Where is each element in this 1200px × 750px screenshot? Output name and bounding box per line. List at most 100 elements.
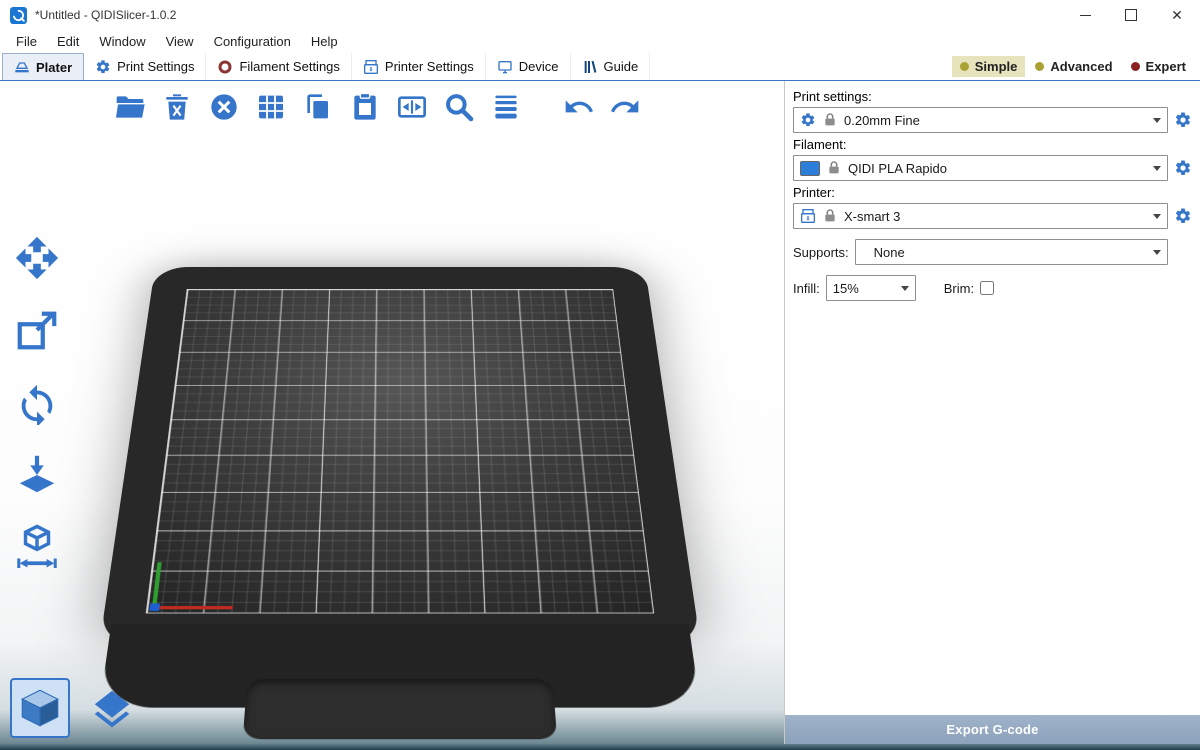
- chevron-down-icon: [1153, 118, 1161, 127]
- lock-icon: [822, 112, 838, 128]
- guide-book-icon: [582, 59, 598, 75]
- menu-configuration[interactable]: Configuration: [204, 32, 301, 51]
- print-settings-label: Print settings:: [793, 89, 1192, 104]
- titlebar: *Untitled - QIDISlicer-1.0.2 ✕: [0, 0, 1200, 30]
- plater-bed-icon: [14, 59, 30, 75]
- device-monitor-icon: [497, 59, 513, 75]
- print-settings-combo[interactable]: 0.20mm Fine: [793, 107, 1168, 133]
- viewport-bottom-gradient: [0, 744, 1200, 750]
- printer-label: Printer:: [793, 185, 1192, 200]
- build-plate-grid: [146, 289, 655, 613]
- mode-selector: Simple Advanced Expert: [952, 53, 1200, 80]
- menu-window[interactable]: Window: [89, 32, 155, 51]
- sidebar: Print settings: 0.20mm Fine Filament:: [784, 81, 1200, 750]
- menu-file[interactable]: File: [6, 32, 47, 51]
- export-gcode-button[interactable]: Export G-code: [785, 715, 1200, 744]
- menubar: File Edit Window View Configuration Help: [0, 30, 1200, 53]
- axis-y-indicator: [152, 562, 162, 609]
- gear-icon: [800, 112, 816, 128]
- menu-view[interactable]: View: [156, 32, 204, 51]
- filament-label: Filament:: [793, 137, 1192, 152]
- menu-help[interactable]: Help: [301, 32, 348, 51]
- viewport-3d[interactable]: [0, 81, 784, 750]
- filament-spool-icon: [217, 59, 233, 75]
- advanced-mode-dot-icon: [1035, 62, 1044, 71]
- undo-redo-group: [561, 89, 643, 125]
- printer-edit-button[interactable]: [1174, 207, 1192, 225]
- tab-printer-settings[interactable]: Printer Settings: [352, 53, 486, 80]
- minimize-button[interactable]: [1062, 0, 1108, 30]
- brim-label: Brim:: [944, 281, 974, 296]
- tab-plater[interactable]: Plater: [2, 53, 84, 80]
- filament-value: QIDI PLA Rapido: [848, 161, 947, 176]
- infill-label: Infill:: [793, 281, 820, 296]
- arrange-icon[interactable]: [253, 89, 289, 125]
- filament-combo[interactable]: QIDI PLA Rapido: [793, 155, 1168, 181]
- paste-icon[interactable]: [347, 89, 383, 125]
- printer-icon: [363, 59, 379, 75]
- infill-combo[interactable]: 15%: [826, 275, 916, 301]
- split-objects-icon[interactable]: [394, 89, 430, 125]
- tab-print-settings[interactable]: Print Settings: [84, 53, 206, 80]
- tab-label: Filament Settings: [239, 59, 339, 74]
- lock-icon: [822, 208, 838, 224]
- rotate-icon[interactable]: [12, 377, 62, 427]
- tabbar: Plater Print Settings Filament Settings …: [0, 53, 1200, 81]
- print-bed: [99, 267, 700, 646]
- chevron-down-icon: [901, 286, 909, 295]
- scene: [95, 139, 705, 739]
- tab-label: Print Settings: [117, 59, 194, 74]
- left-toolbar: [12, 233, 62, 571]
- copy-icon[interactable]: [300, 89, 336, 125]
- mode-label: Advanced: [1050, 59, 1112, 74]
- brim-checkbox[interactable]: [980, 281, 994, 295]
- redo-icon[interactable]: [607, 89, 643, 125]
- variable-layer-height-icon[interactable]: [488, 89, 524, 125]
- main-area: Print settings: 0.20mm Fine Filament:: [0, 81, 1200, 750]
- top-toolbar: [112, 89, 643, 125]
- mode-simple[interactable]: Simple: [952, 56, 1026, 77]
- supports-value: None: [862, 245, 905, 260]
- filament-color-swatch: [800, 161, 820, 176]
- qidislicer-window: *Untitled - QIDISlicer-1.0.2 ✕ File Edit…: [0, 0, 1200, 750]
- print-settings-edit-button[interactable]: [1174, 111, 1192, 129]
- delete-icon[interactable]: [159, 89, 195, 125]
- mode-advanced[interactable]: Advanced: [1027, 56, 1120, 77]
- mode-label: Expert: [1146, 59, 1186, 74]
- undo-icon[interactable]: [561, 89, 597, 125]
- window-title: *Untitled - QIDISlicer-1.0.2: [35, 8, 176, 22]
- window-controls: ✕: [1062, 0, 1200, 30]
- open-file-icon[interactable]: [112, 89, 148, 125]
- mode-expert[interactable]: Expert: [1123, 56, 1194, 77]
- delete-all-icon[interactable]: [206, 89, 242, 125]
- tab-filament-settings[interactable]: Filament Settings: [206, 53, 351, 80]
- preview-layers-icon[interactable]: [84, 682, 140, 738]
- scale-icon[interactable]: [12, 305, 62, 355]
- move-icon[interactable]: [12, 233, 62, 283]
- printer-value: X-smart 3: [844, 209, 900, 224]
- measure-width-icon[interactable]: [12, 521, 62, 571]
- tab-device[interactable]: Device: [486, 53, 571, 80]
- printer-combo[interactable]: X-smart 3: [793, 203, 1168, 229]
- axis-x-indicator: [152, 606, 233, 609]
- editor-3d-view-icon[interactable]: [10, 678, 70, 738]
- filament-edit-button[interactable]: [1174, 159, 1192, 177]
- search-icon[interactable]: [441, 89, 477, 125]
- tab-label: Guide: [604, 59, 639, 74]
- printer-icon: [800, 208, 816, 224]
- menu-edit[interactable]: Edit: [47, 32, 89, 51]
- tab-label: Printer Settings: [385, 59, 474, 74]
- app-logo-icon: [10, 7, 27, 24]
- tab-label: Plater: [36, 60, 72, 75]
- infill-value: 15%: [833, 281, 859, 296]
- supports-combo[interactable]: None: [855, 239, 1168, 265]
- place-on-face-icon[interactable]: [12, 449, 62, 499]
- view-toggle: [10, 678, 140, 738]
- mode-label: Simple: [975, 59, 1018, 74]
- tab-guide[interactable]: Guide: [571, 53, 651, 80]
- supports-label: Supports:: [793, 245, 849, 260]
- tab-label: Device: [519, 59, 559, 74]
- close-button[interactable]: ✕: [1154, 0, 1200, 30]
- maximize-button[interactable]: [1108, 0, 1154, 30]
- chevron-down-icon: [1153, 214, 1161, 223]
